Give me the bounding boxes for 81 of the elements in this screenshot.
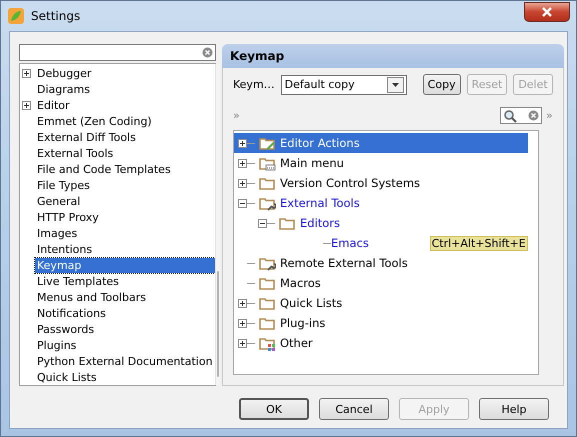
settings-item[interactable]: Debugger — [35, 66, 94, 80]
settings-item[interactable]: Python External Documentation — [35, 354, 215, 368]
tree-node-label: Editor Actions — [280, 136, 360, 150]
app-logo-icon — [7, 7, 25, 25]
tree-node-label: Plug-ins — [280, 316, 326, 330]
settings-item[interactable]: Quick Lists — [35, 370, 99, 384]
tree-row[interactable]: Main menu — [234, 153, 528, 173]
shortcut-badge: Ctrl+Alt+Shift+E — [430, 236, 528, 250]
settings-item[interactable]: External Tools — [35, 146, 116, 160]
search-field[interactable] — [19, 44, 216, 61]
settings-item[interactable]: Diagrams — [35, 82, 92, 96]
folder-wrench-icon — [259, 255, 276, 271]
folder-icon — [279, 215, 296, 231]
dialog-button[interactable]: Cancel — [319, 398, 389, 420]
settings-item[interactable]: Emmet (Zen Coding) — [35, 114, 154, 128]
collapse-icon[interactable] — [238, 198, 247, 208]
clear-icon[interactable] — [528, 110, 539, 121]
settings-item[interactable]: Editor — [35, 98, 72, 112]
filter-field[interactable] — [500, 107, 542, 124]
tree-node-label: Macros — [280, 276, 321, 290]
expand-icon[interactable] — [238, 298, 247, 308]
settings-item[interactable]: Live Templates — [35, 274, 121, 288]
expand-icon[interactable] — [22, 68, 31, 78]
expand-icon[interactable] — [238, 178, 247, 188]
folder-pencil-icon — [259, 135, 276, 151]
tree-node-label: Other — [280, 336, 313, 350]
settings-item[interactable]: Intentions — [35, 242, 94, 256]
dialog-button[interactable]: OK — [239, 398, 309, 420]
window-title: Settings — [31, 9, 82, 23]
tree-node-label: External Tools — [280, 196, 360, 210]
tree-row[interactable]: Macros — [234, 273, 528, 293]
expand-icon[interactable] — [22, 100, 31, 110]
folder-blocks-icon — [259, 335, 276, 351]
tree-node-label: Version Control Systems — [280, 176, 420, 190]
expand-icon[interactable] — [238, 338, 247, 348]
folder-menu-icon — [259, 155, 276, 171]
expand-icon[interactable] — [238, 158, 247, 168]
tree-row[interactable]: Editor Actions — [234, 133, 528, 153]
settings-item[interactable]: File Types — [35, 178, 92, 192]
folder-wrench-icon — [259, 195, 276, 211]
panel-header: Keymap — [222, 44, 564, 68]
dialog-button[interactable]: Help — [479, 398, 549, 420]
keymap-button[interactable]: Copy — [422, 74, 461, 95]
close-button[interactable] — [524, 2, 570, 22]
folder-icon — [259, 315, 276, 331]
tree-row[interactable]: Editors — [234, 213, 528, 233]
settings-item[interactable]: General — [35, 194, 82, 208]
tree-row[interactable]: Quick Lists — [234, 293, 528, 313]
folder-icon — [259, 275, 276, 291]
tree-row[interactable]: Version Control Systems — [234, 173, 528, 193]
settings-item[interactable]: External Diff Tools — [35, 130, 138, 144]
tree-node-label: Main menu — [280, 156, 344, 170]
keymap-label: Keym… — [233, 78, 275, 91]
tree-row[interactable]: Remote External Tools — [234, 253, 528, 273]
settings-item[interactable]: Passwords — [35, 322, 96, 336]
keymap-dropdown[interactable]: Default copy — [280, 74, 407, 94]
settings-item[interactable]: Keymap — [35, 258, 215, 272]
tree-row[interactable]: Plug-ins — [234, 313, 528, 333]
settings-item[interactable]: Notifications — [35, 306, 108, 320]
folder-icon — [259, 175, 276, 191]
tree-node-label: Quick Lists — [280, 296, 342, 310]
tree-node-label: Emacs — [331, 236, 369, 250]
collapse-icon[interactable] — [258, 218, 267, 228]
tree-node-label: Editors — [300, 216, 340, 230]
settings-item[interactable]: Plugins — [35, 338, 78, 352]
dropdown-arrow-icon — [392, 82, 399, 86]
search-icon — [502, 108, 517, 122]
settings-item[interactable]: Images — [35, 226, 80, 240]
clear-icon[interactable] — [202, 47, 213, 58]
close-icon — [541, 7, 553, 17]
expand-icon[interactable] — [238, 138, 247, 148]
tree-row[interactable]: External Tools — [234, 193, 528, 213]
settings-item[interactable]: HTTP Proxy — [35, 210, 101, 224]
folder-icon — [259, 295, 276, 311]
scrollbar-thumb[interactable] — [216, 271, 219, 377]
tree-row[interactable]: Other — [234, 333, 528, 353]
settings-item[interactable]: File and Code Templates — [35, 162, 173, 176]
expand-icon[interactable] — [238, 318, 247, 328]
settings-item[interactable]: Menus and Toolbars — [35, 290, 148, 304]
tree-node-label: Remote External Tools — [280, 256, 408, 270]
tree-row[interactable]: Emacs Ctrl+Alt+Shift+E — [234, 233, 528, 253]
